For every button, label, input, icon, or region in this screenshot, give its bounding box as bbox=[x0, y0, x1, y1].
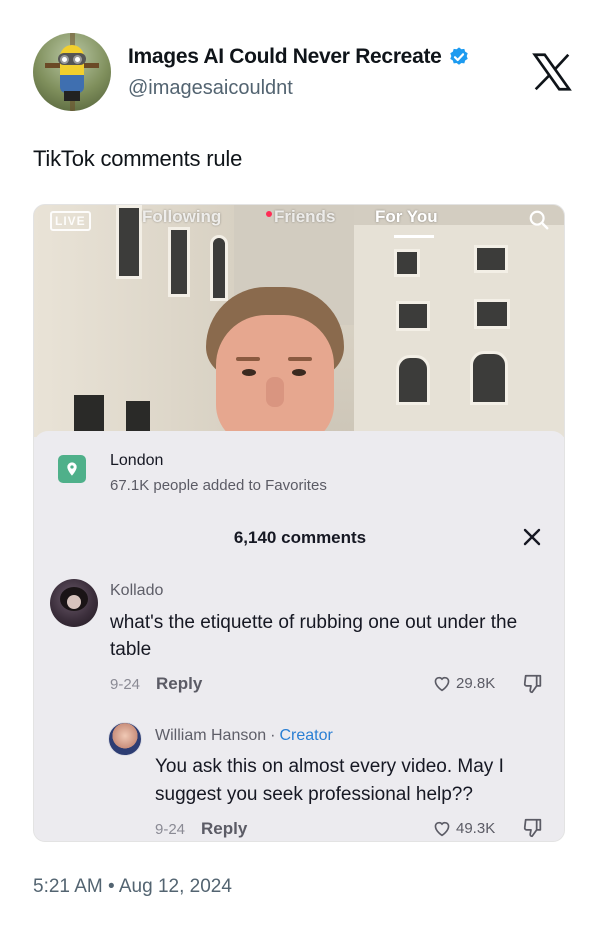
location-title[interactable]: London bbox=[110, 452, 163, 470]
like-button[interactable]: 49.3K bbox=[432, 819, 495, 837]
notification-dot bbox=[266, 211, 272, 217]
x-logo-icon[interactable] bbox=[529, 49, 575, 95]
active-tab-indicator bbox=[394, 235, 434, 238]
name-row: Images AI Could Never Recreate bbox=[128, 45, 470, 69]
comments-sheet: London 67.1K people added to Favorites 6… bbox=[34, 431, 564, 841]
reply-meta: 9-24 Reply bbox=[155, 819, 247, 839]
reply-button[interactable]: Reply bbox=[156, 674, 202, 694]
comment-text: what's the etiquette of rubbing one out … bbox=[110, 612, 518, 660]
like-button[interactable]: 29.8K bbox=[432, 674, 495, 692]
reply-button[interactable]: Reply bbox=[201, 819, 247, 839]
video-person bbox=[206, 287, 344, 437]
tweet-timestamp[interactable]: 5:21 AM • Aug 12, 2024 bbox=[33, 876, 232, 898]
like-count: 49.3K bbox=[456, 819, 496, 837]
heart-icon bbox=[434, 821, 450, 837]
building-right bbox=[354, 225, 564, 437]
tab-for-you[interactable]: For You bbox=[375, 207, 438, 227]
tweet-header: Images AI Could Never Recreate @imagesai… bbox=[33, 33, 581, 113]
creator-avatar[interactable] bbox=[108, 722, 142, 756]
tab-following[interactable]: Following bbox=[142, 207, 221, 227]
location-favorites-count: 67.1K people added to Favorites bbox=[110, 477, 327, 494]
reply-date: 9-24 bbox=[155, 820, 186, 838]
comment-meta: 9-24 Reply bbox=[110, 674, 202, 694]
author-separator: · bbox=[270, 727, 276, 744]
creator-badge: Creator bbox=[279, 727, 333, 744]
tiktok-top-nav: LIVE Following Friends For You bbox=[34, 205, 564, 238]
dislike-icon[interactable] bbox=[522, 817, 544, 839]
display-name[interactable]: Images AI Could Never Recreate bbox=[128, 45, 442, 69]
tab-friends[interactable]: Friends bbox=[274, 207, 335, 227]
live-button[interactable]: LIVE bbox=[50, 211, 91, 231]
profile-avatar[interactable] bbox=[33, 33, 111, 111]
tiktok-video-frame: LIVE Following Friends For You bbox=[34, 205, 564, 437]
user-handle[interactable]: @imagesaicouldnt bbox=[128, 77, 293, 100]
tweet-text: TikTok comments rule bbox=[33, 146, 243, 171]
location-pin-icon[interactable] bbox=[58, 455, 86, 483]
tweet-media[interactable]: LIVE Following Friends For You London 67… bbox=[33, 204, 565, 842]
reply-author-row: William Hanson · Creator bbox=[155, 727, 333, 745]
comment-date: 9-24 bbox=[110, 675, 141, 693]
close-icon[interactable] bbox=[522, 527, 542, 547]
reply-text: You ask this on almost every video. May … bbox=[155, 756, 504, 805]
comment-count: 6,140 comments bbox=[233, 528, 367, 547]
commenter-avatar[interactable] bbox=[50, 579, 98, 627]
heart-icon bbox=[434, 676, 450, 692]
like-count: 29.8K bbox=[456, 674, 496, 692]
reply-author[interactable]: William Hanson bbox=[155, 727, 266, 745]
verified-badge-icon bbox=[449, 47, 468, 65]
search-icon[interactable] bbox=[528, 209, 550, 231]
dislike-icon[interactable] bbox=[522, 673, 544, 695]
comment-author[interactable]: Kollado bbox=[110, 582, 163, 600]
